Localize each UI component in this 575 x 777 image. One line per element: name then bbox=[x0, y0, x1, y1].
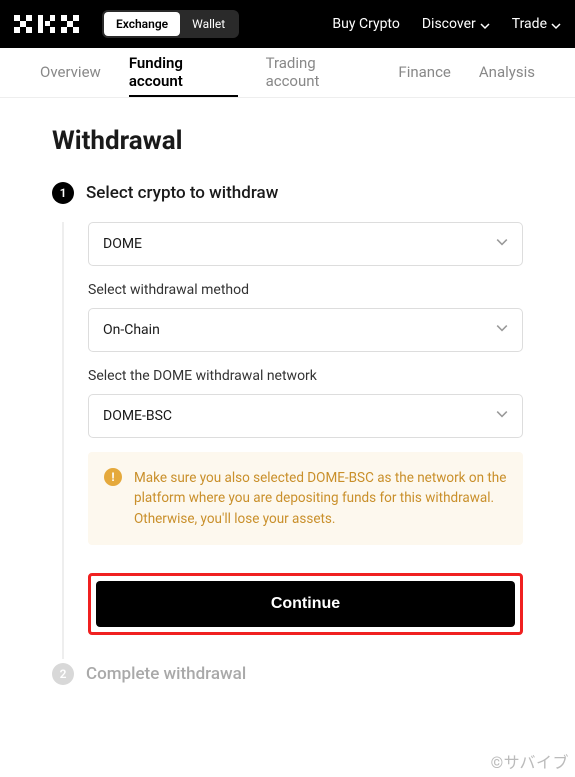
step-1-body: DOME Select withdrawal method On-Chain S… bbox=[62, 222, 523, 659]
exchange-toggle[interactable]: Exchange bbox=[104, 12, 180, 36]
continue-highlight: Continue bbox=[88, 573, 523, 635]
method-select[interactable]: On-Chain bbox=[88, 308, 523, 352]
nav-buy-crypto[interactable]: Buy Crypto bbox=[332, 16, 399, 32]
step-2-badge: 2 bbox=[52, 663, 74, 685]
method-label: Select withdrawal method bbox=[88, 282, 523, 298]
tab-funding-account[interactable]: Funding account bbox=[129, 48, 238, 97]
warning-icon-mark: ! bbox=[104, 468, 122, 486]
tab-finance[interactable]: Finance bbox=[398, 48, 450, 97]
top-nav: Buy Crypto Discover Trade bbox=[332, 16, 561, 32]
continue-button[interactable]: Continue bbox=[96, 581, 515, 627]
step-2-header: 2 Complete withdrawal bbox=[52, 663, 523, 685]
chevron-down-icon bbox=[551, 19, 561, 29]
okx-logo[interactable] bbox=[14, 13, 84, 35]
tab-trading-account[interactable]: Trading account bbox=[266, 48, 371, 97]
warning-icon: ! bbox=[104, 468, 122, 529]
network-label: Select the DOME withdrawal network bbox=[88, 368, 523, 384]
topbar: Exchange Wallet Buy Crypto Discover Trad… bbox=[0, 0, 575, 48]
account-tabs: Overview Funding account Trading account… bbox=[0, 48, 575, 98]
mode-toggle: Exchange Wallet bbox=[102, 10, 239, 38]
network-warning: ! Make sure you also selected DOME-BSC a… bbox=[88, 452, 523, 545]
page-title: Withdrawal bbox=[52, 126, 523, 156]
network-select-value: DOME-BSC bbox=[103, 408, 172, 424]
nav-discover-label: Discover bbox=[422, 16, 476, 32]
chevron-down-icon bbox=[496, 236, 508, 252]
step-1-header: 1 Select crypto to withdraw bbox=[52, 182, 523, 204]
wallet-toggle[interactable]: Wallet bbox=[180, 12, 237, 36]
network-select[interactable]: DOME-BSC bbox=[88, 394, 523, 438]
chevron-down-icon bbox=[496, 322, 508, 338]
step-1-title: Select crypto to withdraw bbox=[86, 183, 278, 203]
tab-overview[interactable]: Overview bbox=[40, 48, 101, 97]
watermark: ©サバイブ bbox=[491, 749, 569, 773]
chevron-down-icon bbox=[496, 408, 508, 424]
nav-trade-label: Trade bbox=[512, 16, 547, 32]
chevron-down-icon bbox=[480, 19, 490, 29]
nav-buy-label: Buy Crypto bbox=[332, 16, 399, 32]
step-2-title: Complete withdrawal bbox=[86, 664, 246, 684]
method-select-value: On-Chain bbox=[103, 322, 160, 338]
crypto-select[interactable]: DOME bbox=[88, 222, 523, 266]
main-content: Withdrawal 1 Select crypto to withdraw D… bbox=[0, 98, 575, 659]
crypto-select-value: DOME bbox=[103, 236, 142, 252]
nav-trade[interactable]: Trade bbox=[512, 16, 561, 32]
step-1-badge: 1 bbox=[52, 182, 74, 204]
step-2: 2 Complete withdrawal bbox=[0, 663, 575, 685]
nav-discover[interactable]: Discover bbox=[422, 16, 490, 32]
warning-text: Make sure you also selected DOME-BSC as … bbox=[134, 468, 507, 529]
tab-analysis[interactable]: Analysis bbox=[479, 48, 535, 97]
